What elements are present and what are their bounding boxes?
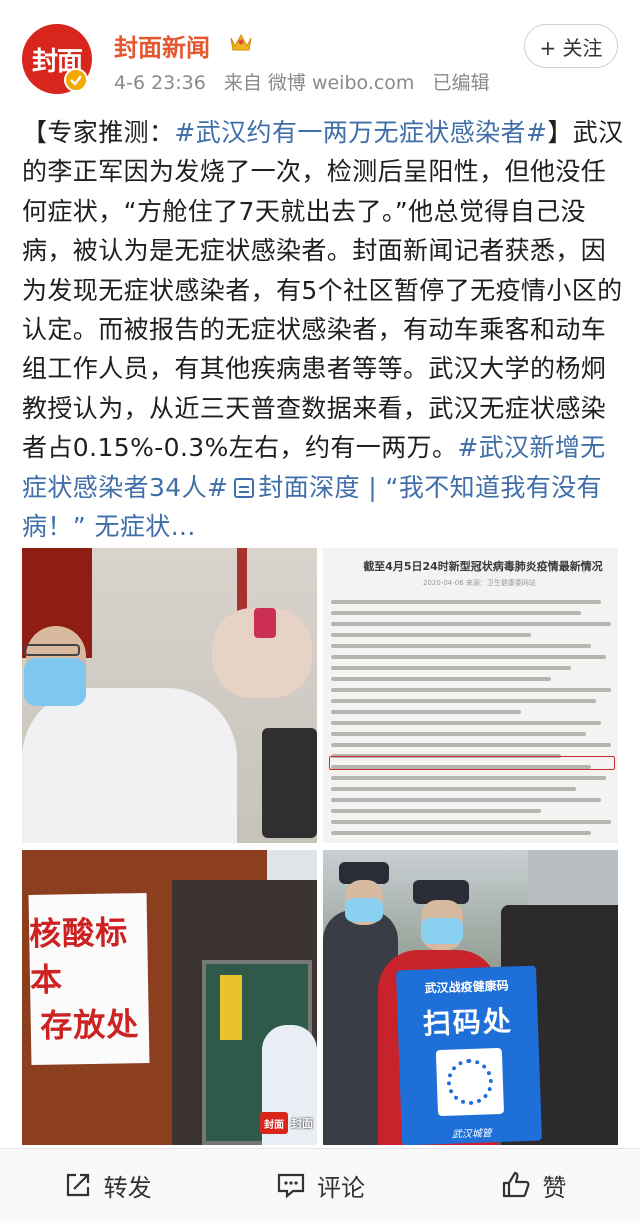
image-sign-photo[interactable]: 核酸标本 存放处 封面 封面 — [22, 850, 317, 1145]
doc-text-line — [331, 831, 591, 835]
qr-code-icon — [435, 1047, 505, 1117]
watermark-logo: 封面 — [260, 1112, 288, 1134]
post-time: 4-6 23:36 — [114, 72, 206, 94]
doc-text-line — [331, 677, 551, 681]
photo-mask-2 — [421, 918, 463, 944]
post-body: 】武汉的李正军因为发烧了一次，检测后呈阳性，但他没任何症状，“方舱住了7天就出去… — [22, 118, 624, 463]
image-lab-photo[interactable] — [22, 548, 317, 843]
doc-text-line — [331, 721, 601, 725]
doc-text-line — [331, 655, 606, 659]
crown-icon — [230, 33, 252, 51]
photo-mask-1 — [345, 898, 383, 922]
doc-title: 截至4月5日24时新型冠状病毒肺炎疫情最新情况 — [363, 560, 603, 573]
doc-text-line — [331, 666, 571, 670]
sign-line-2: 存放处 — [39, 1005, 140, 1045]
like-button[interactable]: 赞 — [427, 1149, 640, 1221]
doc-text-line — [331, 743, 611, 747]
comment-button[interactable]: 评论 — [213, 1149, 426, 1221]
verified-badge-icon — [64, 68, 88, 92]
comment-icon — [277, 1173, 305, 1199]
doc-text-line — [331, 600, 601, 604]
qr-sign: 武汉战疫健康码 扫码处 武汉城管 — [395, 965, 543, 1145]
qr-sign-main: 扫码处 — [422, 1004, 514, 1041]
doc-subtitle: 2020-04-06 来源：卫生健康委网站 — [423, 579, 536, 587]
repost-label: 转发 — [103, 1173, 152, 1202]
thumbs-up-icon — [503, 1171, 530, 1198]
text-bracket: 【专家推测： — [22, 118, 175, 147]
doc-highlight — [329, 756, 615, 770]
photo-notice — [220, 975, 242, 1040]
watermark-text: 封面 — [291, 1117, 313, 1130]
repost-icon — [66, 1173, 89, 1197]
action-bar: 转发 评论 赞 — [0, 1148, 640, 1221]
image-document[interactable]: 截至4月5日24时新型冠状病毒肺炎疫情最新情况 2020-04-06 来源：卫生… — [323, 548, 618, 843]
post-text: 【专家推测：#武汉约有一两万无症状感染者#】武汉的李正军因为发烧了一次，检测后呈… — [22, 113, 626, 546]
doc-text-line — [331, 644, 591, 648]
like-label: 赞 — [542, 1173, 567, 1202]
follow-button[interactable]: + 关注 — [524, 24, 618, 68]
doc-text-line — [331, 732, 586, 736]
photo-lab-coat — [22, 688, 237, 843]
post-header: 封面 封面新闻 4-6 23:36 来自 微博 weibo.com 已编辑 + … — [0, 0, 640, 110]
author-name[interactable]: 封面新闻 — [114, 28, 210, 63]
qr-sign-title: 武汉战疫健康码 — [424, 978, 509, 996]
topic-link-1[interactable]: #武汉约有一两万无症状感染者# — [174, 118, 547, 147]
post-meta: 4-6 23:36 来自 微博 weibo.com 已编辑 — [114, 68, 502, 95]
sign-paper: 核酸标本 存放处 — [28, 892, 150, 1066]
post-source: 来自 微博 weibo.com — [223, 72, 415, 94]
photo-glasses — [24, 644, 80, 656]
article-icon — [234, 477, 255, 498]
photo-mask — [24, 658, 86, 706]
sign-line-1: 核酸标本 — [28, 913, 129, 1000]
comment-label: 评论 — [316, 1173, 365, 1202]
doc-text-line — [331, 622, 611, 626]
doc-text-line — [331, 688, 611, 692]
doc-text-line — [331, 820, 611, 824]
qr-sign-footer: 武汉城管 — [451, 1128, 492, 1141]
doc-text-line — [331, 798, 601, 802]
edited-label: 已编辑 — [432, 72, 490, 94]
photo-sample-tube — [254, 608, 276, 638]
doc-text-line — [331, 787, 576, 791]
doc-text-line — [331, 611, 581, 615]
doc-text-line — [331, 633, 531, 637]
doc-text-line — [331, 710, 521, 714]
doc-text-line — [331, 776, 606, 780]
photo-microscope — [262, 728, 317, 838]
watermark: 封面 封面 — [260, 1112, 313, 1134]
doc-text-line — [331, 699, 596, 703]
doc-text-line — [331, 809, 541, 813]
image-qr-photo[interactable]: 武汉战疫健康码 扫码处 武汉城管 — [323, 850, 618, 1145]
repost-button[interactable]: 转发 — [0, 1149, 213, 1221]
